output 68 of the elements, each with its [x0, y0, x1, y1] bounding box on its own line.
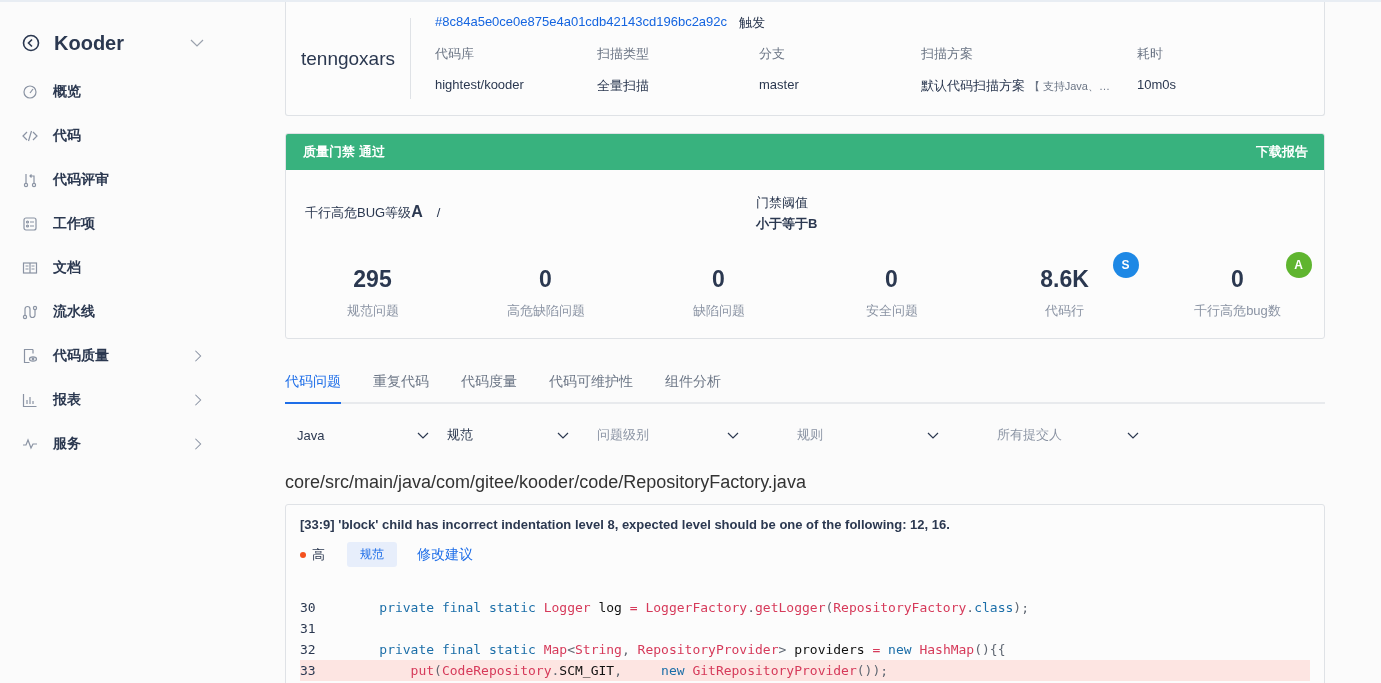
sidebar-item[interactable]: 服务	[0, 422, 285, 466]
pulse-icon	[22, 436, 38, 452]
stat-label: 高危缺陷问题	[506, 302, 585, 320]
suggestion-link[interactable]: 修改建议	[417, 545, 473, 564]
trigger-label: 触发	[739, 14, 766, 32]
grade-badge: A	[1285, 252, 1312, 278]
severity-label: 高	[312, 545, 325, 564]
project-title: Kooder	[54, 31, 125, 55]
user-name: tenngoxars	[286, 18, 411, 99]
filter-select[interactable]: 规范	[435, 420, 565, 450]
field-label: 扫描类型	[597, 45, 650, 63]
threshold-value: 小于等于B	[756, 215, 818, 233]
gauge-icon	[22, 84, 38, 100]
sidebar-item[interactable]: 代码质量	[0, 334, 285, 378]
tab[interactable]: 代码可维护性	[549, 370, 633, 404]
stat-value: 0	[539, 265, 552, 294]
filter-select[interactable]: Java	[285, 420, 425, 450]
separator: /	[436, 204, 441, 220]
merge-icon	[22, 172, 38, 188]
grade-badge: S	[1112, 252, 1139, 278]
issue-message: [33:9] 'block' child has incorrect indentation level 8, expected level should be one of the following: 12, 16.	[300, 517, 951, 532]
sidebar-item[interactable]: 文档	[0, 246, 285, 290]
stat-label: 代码行	[1045, 302, 1084, 320]
book-icon	[22, 260, 38, 276]
sidebar-item[interactable]: 流水线	[0, 290, 285, 334]
rule-tag: 规范	[347, 542, 397, 567]
field-label: 代码库	[435, 45, 475, 63]
code-line: 32 private final static Map<String, RepositoryProvider> providers = new HashMap(){{	[300, 641, 1007, 659]
field-label: 扫描方案	[921, 45, 974, 63]
stat-value: 8.6K	[1040, 265, 1089, 294]
tab[interactable]: 组件分析	[665, 370, 721, 404]
chart-icon	[22, 392, 38, 408]
stat-value: 0	[1231, 265, 1244, 294]
tab[interactable]: 代码问题	[285, 370, 341, 404]
sidebar-item[interactable]: 代码	[0, 114, 285, 158]
tasks-icon	[22, 216, 38, 232]
field-value: master	[759, 77, 800, 94]
field-value: 全量扫描	[597, 77, 650, 95]
sidebar-item[interactable]: 概览	[0, 70, 285, 114]
sidebar-item[interactable]: 代码评审	[0, 158, 285, 202]
commit-link[interactable]: #8c84a5e0ce0e875e4a01cdb42143cd196bc2a92c	[435, 14, 728, 32]
field-label: 耗时	[1137, 45, 1164, 63]
tab[interactable]: 重复代码	[373, 370, 429, 404]
tab[interactable]: 代码度量	[461, 370, 517, 404]
stat-label: 规范问题	[346, 302, 399, 320]
stat-value: 295	[353, 265, 392, 294]
back-icon[interactable]	[22, 34, 40, 52]
gate-status: 质量门禁 通过	[303, 143, 385, 161]
stat-value: 0	[885, 265, 898, 294]
sidebar-item[interactable]: 工作项	[0, 202, 285, 246]
stat-label: 安全问题	[865, 302, 918, 320]
stat-value: 0	[712, 265, 725, 294]
stat-label: 缺陷问题	[692, 302, 745, 320]
code-icon	[22, 128, 38, 144]
field-label: 分支	[759, 45, 786, 63]
sidebar-item[interactable]: 报表	[0, 378, 285, 422]
field-value: 10m0s	[1137, 77, 1178, 94]
pipeline-icon	[22, 304, 38, 320]
quality-icon	[22, 348, 38, 364]
field-value: hightest/kooder	[435, 77, 525, 94]
code-line: 30 private final static Logger log = LoggerFactory.getLogger(RepositoryFactory.class);	[300, 599, 1030, 617]
file-path: core/src/main/java/com/gitee/kooder/code/RepositoryFactory.java	[285, 472, 806, 492]
code-line: 31	[300, 620, 317, 638]
bug-grade-label: 千行高危BUG等级A	[305, 202, 423, 222]
severity-dot	[300, 551, 306, 558]
threshold-label: 门禁阈值	[756, 194, 808, 212]
field-value: 默认代码扫描方案 【 支持Java、…	[921, 77, 1111, 95]
stat-label: 千行高危bug数	[1194, 302, 1281, 320]
